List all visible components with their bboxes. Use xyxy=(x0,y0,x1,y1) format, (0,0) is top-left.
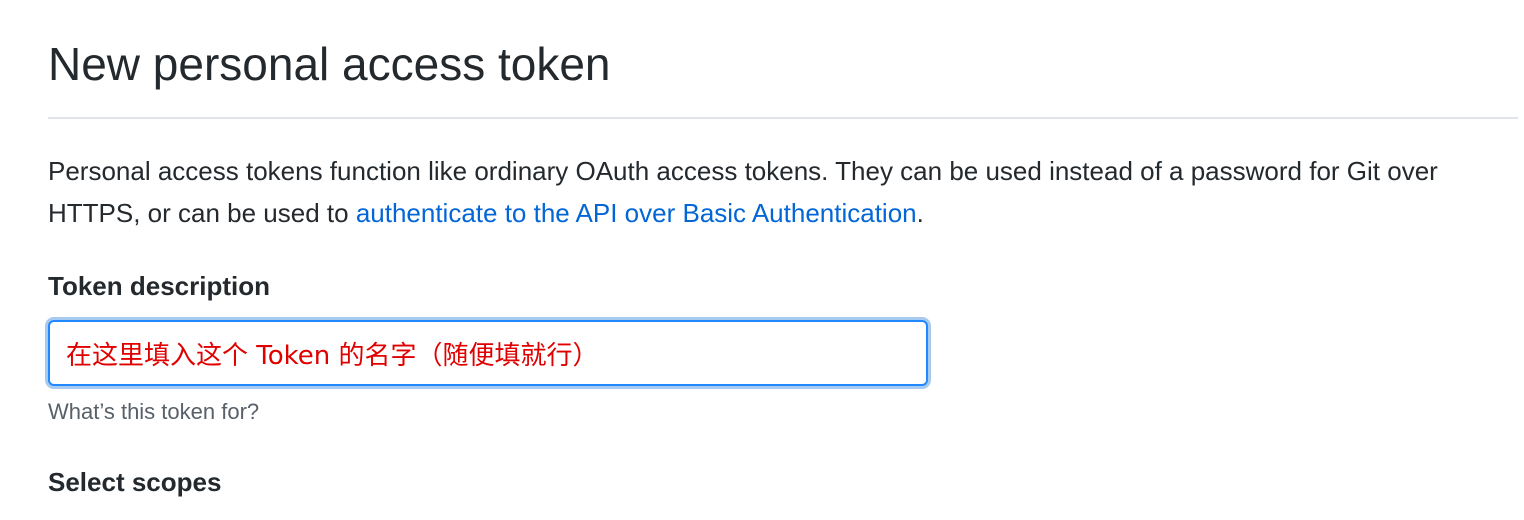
token-description-label: Token description xyxy=(48,271,270,301)
title-divider xyxy=(48,117,1518,119)
token-description-hint: What’s this token for? xyxy=(48,399,260,424)
intro-paragraph: Personal access tokens function like ord… xyxy=(48,150,1498,234)
intro-text-end: . xyxy=(916,198,924,228)
token-settings-page: New personal access token Personal acces… xyxy=(48,0,1518,520)
select-scopes-heading: Select scopes xyxy=(48,467,222,497)
token-description-field-wrapper xyxy=(48,320,928,386)
page-title: New personal access token xyxy=(48,38,611,90)
basic-auth-link[interactable]: authenticate to the API over Basic Authe… xyxy=(356,198,917,228)
token-description-input[interactable] xyxy=(50,322,926,384)
